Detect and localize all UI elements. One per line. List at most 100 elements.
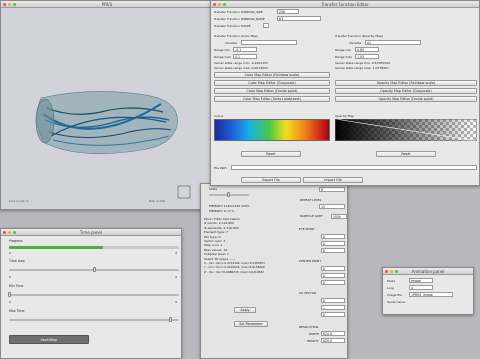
- progress-bar: [9, 246, 179, 249]
- scale-slider[interactable]: [209, 192, 249, 197]
- scale-slider-thumb[interactable]: [227, 192, 230, 197]
- min-time-thumb[interactable]: [7, 292, 11, 297]
- transfer-function-window: Transfer Function Editor Transfer Functi…: [210, 0, 480, 186]
- up-vector-y[interactable]: 1: [321, 305, 345, 310]
- start-stop-button[interactable]: Start/Stop: [9, 335, 89, 344]
- resolution-width-label: WIDTH: [309, 332, 320, 336]
- center-point-z[interactable]: 0: [321, 280, 345, 285]
- minimize-icon[interactable]: [390, 270, 393, 273]
- tf-window-size-input[interactable]: 256: [277, 9, 299, 14]
- tf-titlebar: Transfer Function Editor: [211, 1, 479, 8]
- close-icon[interactable]: [3, 3, 6, 6]
- tf-shape-label: Transfer Function SHAPE: [214, 24, 251, 28]
- min-time-slider[interactable]: [7, 292, 179, 297]
- color-variable-input[interactable]: [241, 40, 297, 45]
- repeat-level-label: REPEAT LEVEL: [300, 198, 322, 202]
- file-path-label: File Path: [214, 166, 227, 170]
- opacity-map-rainbow-button[interactable]: Opacity Map Editor (Rainbow scale): [335, 80, 477, 86]
- opacity-section-label: Opacity Map: [335, 114, 354, 118]
- color-variable-label: Variable: [225, 41, 238, 45]
- time-title: Time panel: [79, 230, 103, 235]
- eye-point-x[interactable]: 0: [321, 234, 345, 239]
- opacity-map-graph[interactable]: [335, 119, 477, 141]
- apply-button[interactable]: Apply: [234, 307, 256, 313]
- color-map-divide-button[interactable]: Color Map Editor (Divide point): [214, 88, 330, 94]
- opacity-variable-input[interactable]: q1: [365, 40, 421, 45]
- zoom-icon[interactable]: [395, 270, 398, 273]
- time-step-label: Time step: [9, 259, 25, 263]
- color-map-grayscale-button[interactable]: Color Map Editor (Grayscale): [214, 80, 330, 86]
- up-vector-z[interactable]: 0: [321, 312, 345, 317]
- window-controls: [213, 3, 226, 6]
- zoom-icon[interactable]: [13, 3, 16, 6]
- window-controls: [3, 231, 16, 234]
- up-vector-x[interactable]: 0: [321, 298, 345, 303]
- minimize-icon[interactable]: [8, 3, 11, 6]
- particle-limit-label: PARTICLE LIMIT: [300, 214, 323, 218]
- resolution-height-input[interactable]: 620.0: [321, 338, 345, 343]
- scale-input[interactable]: 8: [319, 187, 345, 192]
- center-point-x[interactable]: 0: [321, 266, 345, 271]
- opacity-info-2: Server state range max: 1.0378467: [335, 66, 389, 70]
- animation-panel-window: Animation panel Mode Image Loop 4 Image …: [382, 267, 474, 315]
- close-icon[interactable]: [3, 231, 6, 234]
- viewer-status-left: Live mode: 0: [9, 199, 29, 203]
- tf-window-name-input[interactable]: tf1: [277, 16, 321, 21]
- zoom-icon[interactable]: [13, 231, 16, 234]
- export-file-button[interactable]: Export File: [241, 177, 301, 183]
- tf-window-name-label: Transfer Function WINDOW_NAME: [214, 17, 265, 21]
- volume-render[interactable]: [1, 8, 213, 208]
- mode-select[interactable]: Image: [409, 278, 433, 283]
- zoom-icon[interactable]: [223, 3, 226, 6]
- time-step-slider[interactable]: [9, 267, 179, 272]
- max-time-thumb[interactable]: [169, 317, 172, 322]
- import-file-button[interactable]: Import File: [303, 177, 363, 183]
- tf-title: Transfer Function Editor: [321, 2, 369, 7]
- minimize-icon[interactable]: [218, 3, 221, 6]
- max-time-slider[interactable]: [9, 317, 179, 322]
- eye-point-z[interactable]: 6: [321, 248, 345, 253]
- color-map-rainbow-button[interactable]: Color Map Editor (Rainbow scale): [214, 72, 330, 78]
- opacity-range-min-label: Range min: [335, 48, 352, 52]
- opacity-map-divide-button[interactable]: Opacity Map Editor (Divide point): [335, 96, 477, 102]
- close-icon[interactable]: [385, 270, 388, 273]
- close-icon[interactable]: [213, 3, 216, 6]
- color-range-min-input[interactable]: -0.1: [233, 47, 257, 52]
- minimize-icon[interactable]: [8, 231, 11, 234]
- file-path-input[interactable]: [231, 165, 477, 170]
- opacity-range-max-input[interactable]: 1.05: [355, 54, 379, 59]
- center-point-y[interactable]: 0: [321, 273, 345, 278]
- progress-label: Progress: [9, 239, 23, 243]
- info-line: Z - min: min=0.0988233, max=0.0219582: [204, 269, 264, 274]
- color-range-max-input[interactable]: 0.1: [233, 54, 257, 59]
- window-controls: [385, 270, 398, 273]
- time-step-thumb[interactable]: [92, 267, 96, 272]
- colour-section-label: Colour: [214, 114, 224, 118]
- opacity-range-min-input[interactable]: 0.85: [355, 47, 379, 52]
- resolution-width-input[interactable]: 620.0: [321, 331, 345, 336]
- max-time-label: Max Time: [9, 309, 25, 313]
- animation-titlebar: Animation panel: [383, 268, 473, 275]
- eye-point-y[interactable]: 0: [321, 241, 345, 246]
- set-parameter-button[interactable]: Set Parameter: [234, 321, 268, 327]
- scale-label: Scale: [209, 187, 218, 191]
- particle-limit-input[interactable]: 100k: [331, 214, 347, 219]
- repeat-level-input[interactable]: 15: [319, 204, 345, 209]
- loop-select[interactable]: 4: [409, 285, 433, 290]
- color-map-bar[interactable]: [214, 119, 330, 141]
- color-map-select-button[interactable]: Color Map Editor (Select plot/reset): [214, 96, 330, 102]
- serial-name-label: Serial name: [387, 300, 405, 304]
- color-reset-button[interactable]: Reset: [241, 151, 301, 157]
- image-file-input[interactable]: ./PRVS_image: [409, 292, 453, 297]
- resolution-height-label: HEIGHT: [307, 339, 319, 343]
- tf-shape-input[interactable]: [263, 23, 269, 28]
- info-block: Point / Filter Information # points: 2,1…: [204, 217, 296, 274]
- opacity-reset-button[interactable]: Reset: [376, 151, 436, 157]
- slider-min-label: 0: [9, 300, 11, 304]
- up-vector-label: UP VECTOR: [299, 291, 317, 295]
- opacity-variable-label: Variable: [349, 41, 362, 45]
- opacity-map-grayscale-button[interactable]: Opacity Map Editor (Grayscale): [335, 88, 477, 94]
- color-info-1: Server state range min: -0.1661125: [214, 61, 268, 65]
- image-file-label: Image file: [387, 293, 402, 297]
- viewer-status-right: Res: 1.156: [149, 199, 165, 203]
